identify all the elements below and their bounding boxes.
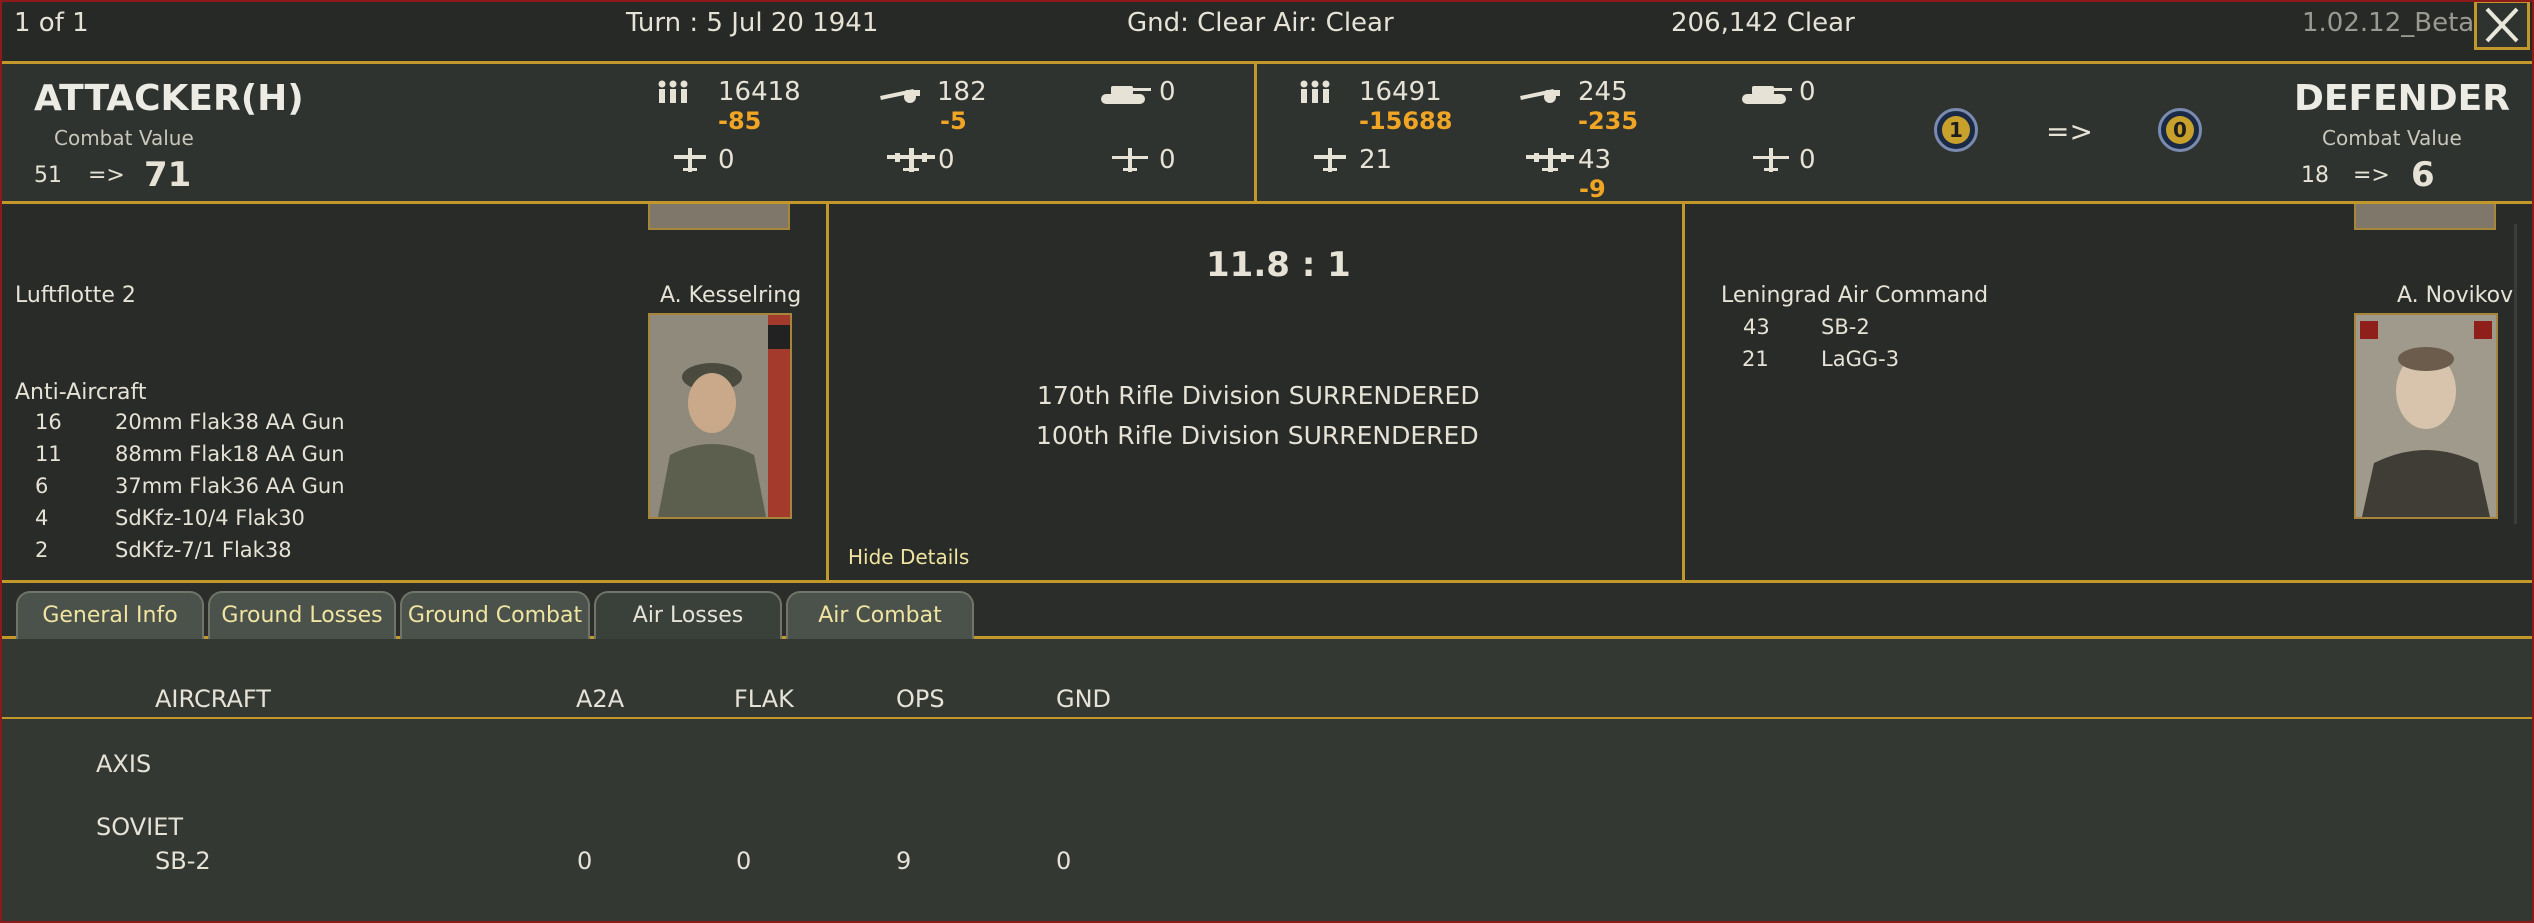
window-frame — [0, 0, 2534, 923]
